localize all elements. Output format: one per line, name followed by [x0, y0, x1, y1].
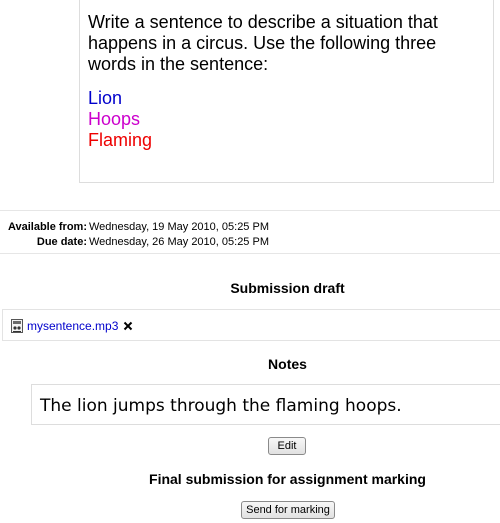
- notes-heading: Notes: [268, 356, 307, 372]
- required-word-hoops: Hoops: [88, 109, 141, 129]
- audio-file-icon: [11, 319, 23, 333]
- submission-draft-heading: Submission draft: [230, 280, 345, 296]
- submission-file-box: mysentence.mp3: [2, 309, 500, 341]
- due-date-label: Due date:: [36, 236, 87, 248]
- assignment-description-text: Write a sentence to describe a situation…: [88, 12, 438, 74]
- assignment-description-box: Write a sentence to describe a situation…: [79, 0, 494, 183]
- available-from-row: Available from: Wednesday, 19 May 2010, 0…: [0, 220, 269, 234]
- due-date-value: Wednesday, 26 May 2010, 05:25 PM: [89, 236, 269, 248]
- available-from-value: Wednesday, 19 May 2010, 05:25 PM: [89, 221, 269, 233]
- required-word-lion: Lion: [88, 88, 123, 108]
- available-from-label: Available from:: [7, 221, 87, 233]
- due-date-row: Due date: Wednesday, 26 May 2010, 05:25 P…: [0, 235, 269, 249]
- final-submission-heading: Final submission for assignment marking: [149, 471, 426, 487]
- assignment-dates-box: Available from: Wednesday, 19 May 2010, 0…: [0, 210, 500, 254]
- delete-x-icon[interactable]: [123, 321, 133, 331]
- notes-text: The lion jumps through the flaming hoops…: [40, 396, 402, 416]
- notes-box: The lion jumps through the flaming hoops…: [31, 384, 500, 425]
- required-word-list: Lion Hoops Flaming: [88, 88, 485, 151]
- submission-file-link[interactable]: mysentence.mp3: [27, 319, 118, 333]
- required-word-flaming: Flaming: [88, 130, 153, 150]
- send-for-marking-button[interactable]: Send for marking: [241, 501, 335, 519]
- edit-notes-button[interactable]: Edit: [268, 437, 306, 455]
